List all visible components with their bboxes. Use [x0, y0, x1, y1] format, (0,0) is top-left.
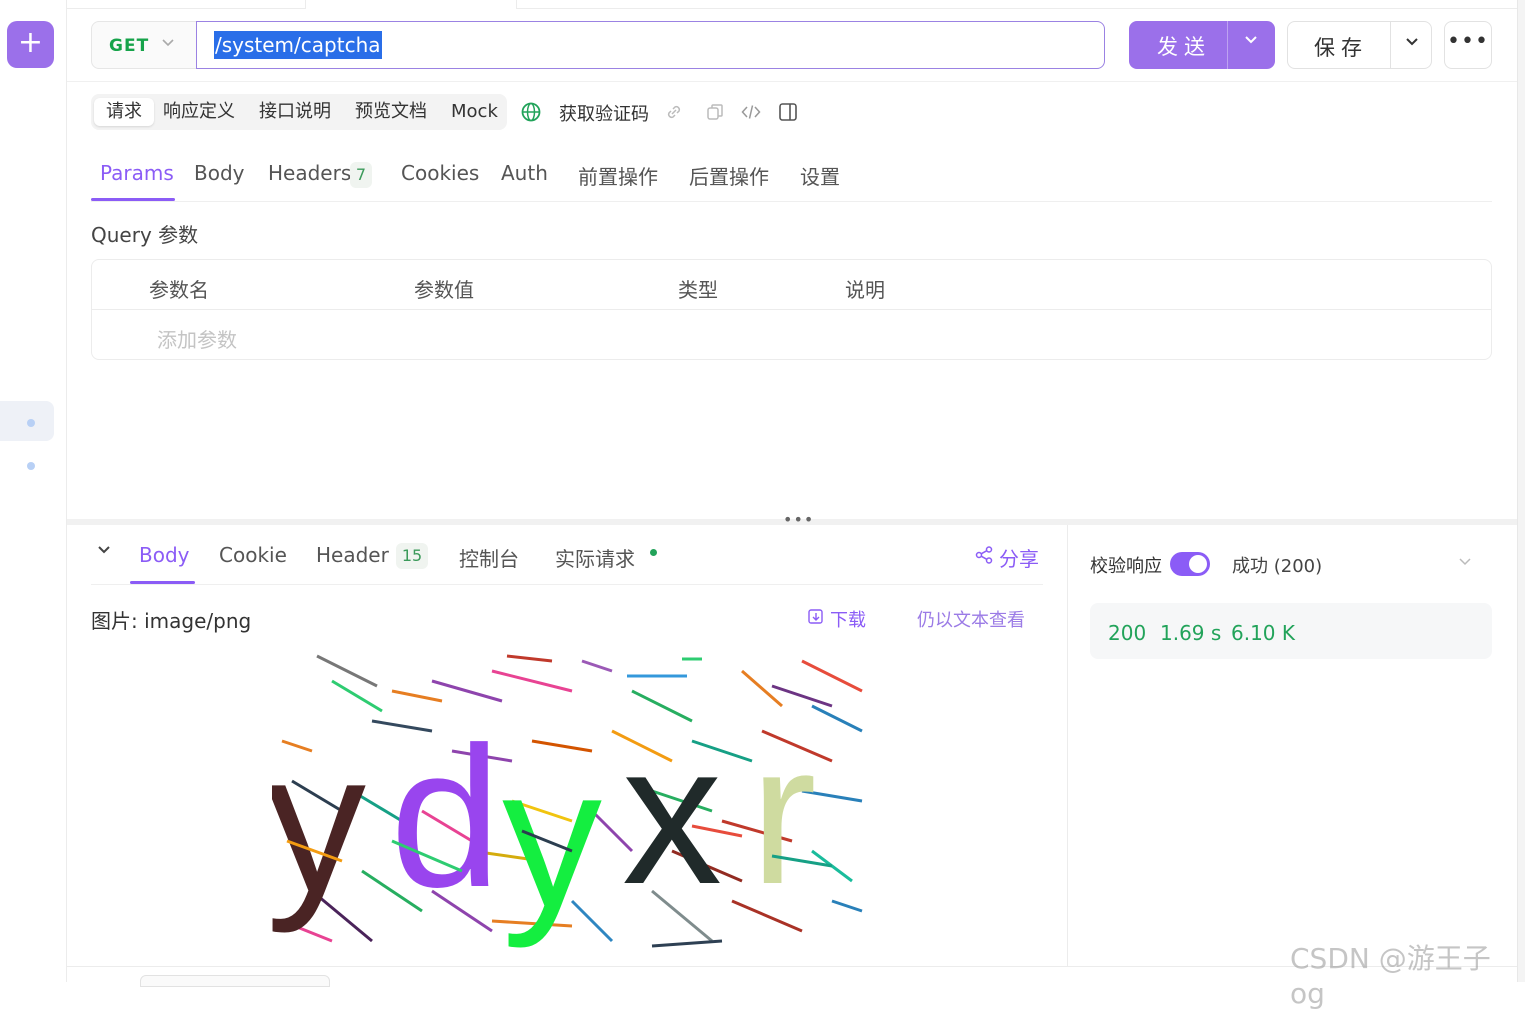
more-button[interactable]: •••: [1444, 21, 1492, 69]
column-header-description: 说明: [845, 278, 885, 302]
send-label: 发送: [1157, 35, 1211, 59]
response-status-text: 成功 (200): [1232, 556, 1323, 577]
save-label: 保存: [1314, 36, 1368, 60]
query-params-title: Query 参数: [91, 223, 199, 247]
divider: [92, 309, 1491, 310]
response-time: 1.69 s: [1160, 621, 1222, 645]
toggle-knob: [1189, 555, 1207, 573]
code-icon[interactable]: [741, 102, 761, 122]
watermark: CSDN @游王子og: [1290, 942, 1491, 1010]
tab-body[interactable]: Body: [194, 161, 245, 185]
column-header-name: 参数名: [149, 278, 209, 302]
plus-icon: +: [17, 25, 44, 60]
response-metrics: 200 1.69 s 6.10 K: [1090, 603, 1492, 659]
globe-icon: [521, 102, 541, 122]
chevron-down-icon: [162, 39, 174, 47]
chevron-down-icon[interactable]: [1457, 553, 1473, 569]
divider: [91, 584, 1043, 585]
add-param-input[interactable]: 添加参数: [157, 324, 237, 353]
chevron-down-icon[interactable]: [1403, 32, 1421, 50]
tab-params[interactable]: Params: [100, 161, 174, 185]
response-size: 6.10 K: [1231, 621, 1296, 645]
tab-post-processors[interactable]: 后置操作: [689, 161, 769, 190]
link-icon[interactable]: [664, 102, 684, 122]
captcha-image: y d y x r: [272, 654, 863, 948]
download-button[interactable]: 下载: [830, 606, 866, 632]
view-as-text-button[interactable]: 仍以文本查看: [917, 606, 1025, 632]
status-dot: [650, 549, 657, 556]
divider: [91, 201, 1492, 202]
status-code: 200: [1108, 621, 1147, 645]
request-tab-strip: [67, 0, 1517, 9]
url-input[interactable]: /system/captcha: [196, 21, 1105, 69]
split-panel-icon[interactable]: [778, 102, 798, 122]
drag-handle-icon[interactable]: •••: [783, 510, 814, 529]
ellipsis-icon: •••: [1447, 29, 1489, 54]
api-name[interactable]: 获取验证码: [559, 100, 649, 126]
subtab-response-definition[interactable]: 响应定义: [151, 98, 247, 126]
subtab-request[interactable]: 请求: [94, 98, 154, 126]
tab-settings[interactable]: 设置: [800, 161, 840, 190]
tab-headers[interactable]: Headers: [268, 161, 351, 185]
save-divider: [1390, 22, 1391, 68]
image-type-label: 图片: image/png: [91, 609, 252, 633]
send-button[interactable]: 发送: [1129, 21, 1275, 69]
new-request-button[interactable]: +: [7, 21, 54, 68]
method-select[interactable]: GET: [91, 21, 197, 69]
tab-pre-processors[interactable]: 前置操作: [578, 161, 658, 190]
share-icon[interactable]: [974, 545, 994, 565]
subtab-mock[interactable]: Mock: [439, 98, 510, 126]
captcha-char: x: [622, 703, 722, 926]
column-header-type: 类型: [678, 278, 718, 302]
subtab-api-description[interactable]: 接口说明: [247, 98, 343, 126]
response-tab-actual-request[interactable]: 实际请求: [555, 543, 635, 572]
download-icon[interactable]: [807, 608, 825, 626]
url-text: /system/captcha: [214, 31, 382, 59]
tab-auth[interactable]: Auth: [501, 161, 548, 185]
subtab-preview-docs[interactable]: 预览文档: [343, 98, 439, 126]
rail-dot-icon: [27, 462, 35, 470]
vertical-divider: [1067, 525, 1068, 966]
save-button[interactable]: 保存: [1287, 21, 1432, 69]
query-params-table: 参数名 参数值 类型 说明 添加参数: [91, 259, 1492, 360]
response-tab-console[interactable]: 控制台: [459, 543, 519, 572]
captcha-char: y: [502, 726, 602, 948]
request-subtabs: 请求 响应定义 接口说明 预览文档 Mock: [91, 94, 507, 130]
rail-dot-icon: [27, 419, 35, 427]
share-button[interactable]: 分享: [999, 543, 1039, 572]
captcha-char: y: [272, 711, 366, 934]
captcha-char: r: [750, 703, 817, 926]
send-divider: [1227, 21, 1228, 69]
column-header-value: 参数值: [414, 278, 474, 302]
headers-count-badge: 7: [350, 162, 372, 188]
response-header-count-badge: 15: [396, 543, 428, 569]
left-rail: [0, 0, 67, 982]
captcha-char: d: [390, 706, 501, 929]
divider: [67, 81, 1517, 82]
response-tab-header[interactable]: Header: [316, 543, 389, 567]
verify-response-label: 校验响应: [1090, 556, 1162, 577]
verify-response-toggle[interactable]: [1170, 552, 1210, 576]
copy-icon[interactable]: [705, 102, 725, 122]
method-label: GET: [109, 36, 150, 56]
collapse-chevron-icon[interactable]: [96, 542, 112, 558]
active-request-tab[interactable]: [305, 0, 517, 9]
response-tab-body[interactable]: Body: [139, 543, 190, 567]
scrollbar[interactable]: [1517, 0, 1525, 982]
response-tab-cookie[interactable]: Cookie: [219, 543, 287, 567]
chevron-down-icon[interactable]: [1242, 30, 1260, 48]
tab-cookies[interactable]: Cookies: [401, 161, 479, 185]
bottom-tab[interactable]: [140, 975, 330, 987]
